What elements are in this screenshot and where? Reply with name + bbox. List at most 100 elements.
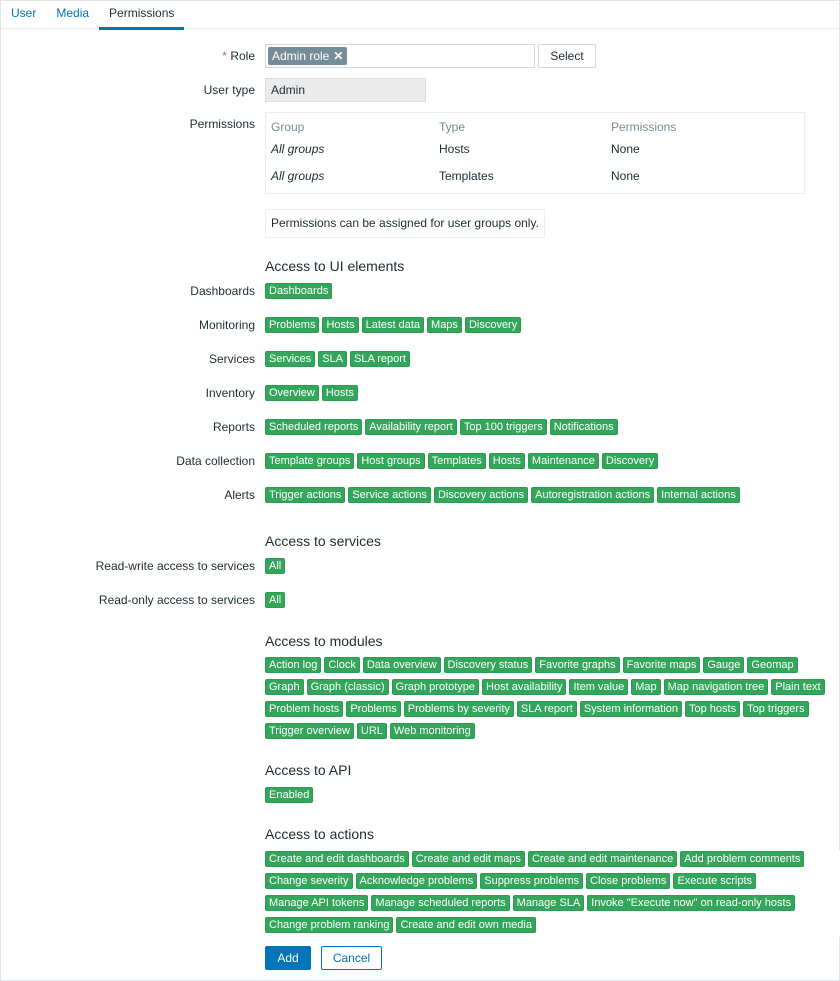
tag-sla-report: SLA report (516, 701, 577, 717)
tag-trigger-actions: Trigger actions (265, 487, 346, 503)
column-header-type: Type (439, 120, 466, 134)
role-chip-label: Admin role (272, 49, 330, 63)
tab-media[interactable]: Media (46, 1, 99, 29)
tag-discovery-status: Discovery status (443, 657, 533, 673)
tag-web-monitoring: Web monitoring (389, 723, 475, 739)
ui-row-tags-monitoring: Problems Hosts Latest data Maps Discovery (265, 317, 825, 333)
services-row-label-read-write-access-to-services: Read-write access to services (95, 559, 255, 573)
tag-hosts: Hosts (488, 453, 525, 469)
ui-row-label-data-collection: Data collection (176, 454, 255, 468)
tag-service-actions: Service actions (348, 487, 431, 503)
tag-change-problem-ranking: Change problem ranking (265, 917, 394, 933)
tag-all: All (265, 592, 286, 608)
permissions-label: Permissions (189, 117, 255, 131)
tab-permissions[interactable]: Permissions (99, 1, 185, 30)
tag-services: Services (265, 351, 316, 367)
tag-enabled: Enabled (265, 787, 314, 803)
tag-hosts: Hosts (321, 385, 358, 401)
tag-problems: Problems (346, 701, 401, 717)
tag-maps: Maps (427, 317, 462, 333)
tag-hosts: Hosts (322, 317, 359, 333)
close-icon[interactable]: ✕ (333, 49, 343, 63)
role-chip: Admin role ✕ (268, 47, 348, 65)
table-cell-group: All groups (271, 169, 325, 183)
permissions-table: Group Type Permissions All groups Hosts … (265, 112, 805, 194)
table-cell-group: All groups (271, 142, 325, 156)
section-title-api: Access to API (265, 762, 352, 778)
tag-system-information: System information (579, 701, 683, 717)
tag-top-triggers: Top triggers (743, 701, 809, 717)
tag-create-and-edit-maintenance: Create and edit maintenance (527, 851, 678, 867)
tag-graph-classic: Graph (classic) (306, 679, 389, 695)
tag-invoke-execute-now-on-read-only-hosts: Invoke "Execute now" on read-only hosts (587, 895, 796, 911)
api-tag-list: Enabled (265, 787, 825, 803)
tag-map: Map (631, 679, 661, 695)
section-title-ui-elements: Access to UI elements (265, 258, 405, 274)
role-multiselect[interactable]: Admin role ✕ (265, 44, 535, 68)
tag-top-100-triggers: Top 100 triggers (459, 419, 547, 435)
tag-discovery: Discovery (464, 317, 522, 333)
tag-gauge: Gauge (703, 657, 745, 673)
ui-row-tags-services: Services SLA SLA report (265, 351, 825, 367)
tag-all: All (265, 558, 286, 574)
tag-problem-hosts: Problem hosts (265, 701, 344, 717)
tag-clock: Clock (324, 657, 360, 673)
tag-notifications: Notifications (549, 419, 618, 435)
role-label: * Role (222, 49, 255, 63)
tag-maintenance: Maintenance (527, 453, 599, 469)
table-cell-permission: None (611, 142, 640, 156)
tag-sla: SLA (318, 351, 347, 367)
tag-action-log: Action log (265, 657, 322, 673)
tag-sla-report: SLA report (349, 351, 410, 367)
tag-execute-scripts: Execute scripts (673, 873, 757, 889)
column-header-permissions: Permissions (611, 120, 677, 134)
ui-row-tags-inventory: Overview Hosts (265, 385, 825, 401)
tag-create-and-edit-dashboards: Create and edit dashboards (265, 851, 409, 867)
table-cell-permission: None (611, 169, 640, 183)
tag-create-and-edit-maps: Create and edit maps (411, 851, 525, 867)
tab-user[interactable]: User (1, 1, 46, 29)
tag-host-availability: Host availability (482, 679, 567, 695)
section-title-actions: Access to actions (265, 826, 374, 842)
tab-bar: User Media Permissions (1, 1, 839, 30)
tag-favorite-maps: Favorite maps (622, 657, 701, 673)
tag-availability-report: Availability report (365, 419, 457, 435)
tag-change-severity: Change severity (265, 873, 353, 889)
section-title-modules: Access to modules (265, 633, 383, 649)
tag-problems-by-severity: Problems by severity (403, 701, 514, 717)
ui-row-tags-reports: Scheduled reports Availability report Top … (265, 419, 825, 435)
user-type-label: User type (203, 83, 255, 97)
tag-item-value: Item value (569, 679, 629, 695)
add-button[interactable]: Add (265, 946, 311, 970)
ui-row-label-monitoring: Monitoring (198, 318, 255, 332)
ui-row-tags-data-collection: Template groups Host groups Templates Hosts… (265, 453, 825, 469)
tag-map-navigation-tree: Map navigation tree (663, 679, 769, 695)
ui-row-label-services: Services (208, 352, 255, 366)
tag-suppress-problems: Suppress problems (480, 873, 584, 889)
tag-internal-actions: Internal actions (657, 487, 740, 503)
tag-favorite-graphs: Favorite graphs (535, 657, 620, 673)
permissions-note: Permissions can be assigned for user gro… (265, 209, 545, 238)
table-cell-type: Hosts (439, 142, 470, 156)
tag-trigger-overview: Trigger overview (265, 723, 354, 739)
select-role-button[interactable]: Select (538, 44, 596, 68)
tag-overview: Overview (265, 385, 319, 401)
tag-scheduled-reports: Scheduled reports (265, 419, 363, 435)
column-header-group: Group (271, 120, 305, 134)
tag-close-problems: Close problems (586, 873, 671, 889)
tag-add-problem-comments: Add problem comments (680, 851, 805, 867)
actions-tag-list: Create and edit dashboards Create and edi… (265, 851, 805, 933)
tag-manage-api-tokens: Manage API tokens (265, 895, 369, 911)
tag-discovery: Discovery (601, 453, 659, 469)
tag-top-hosts: Top hosts (685, 701, 741, 717)
ui-row-label-dashboards: Dashboards (190, 284, 255, 298)
tag-graph-prototype: Graph prototype (391, 679, 480, 695)
ui-row-label-reports: Reports (212, 420, 255, 434)
required-mark: * (222, 49, 227, 63)
tag-create-and-edit-own-media: Create and edit own media (396, 917, 536, 933)
tag-latest-data: Latest data (361, 317, 425, 333)
ui-row-label-alerts: Alerts (224, 488, 255, 502)
user-type-field: Admin (265, 78, 426, 102)
cancel-button[interactable]: Cancel (321, 946, 382, 970)
services-row-tags: All (265, 592, 825, 608)
